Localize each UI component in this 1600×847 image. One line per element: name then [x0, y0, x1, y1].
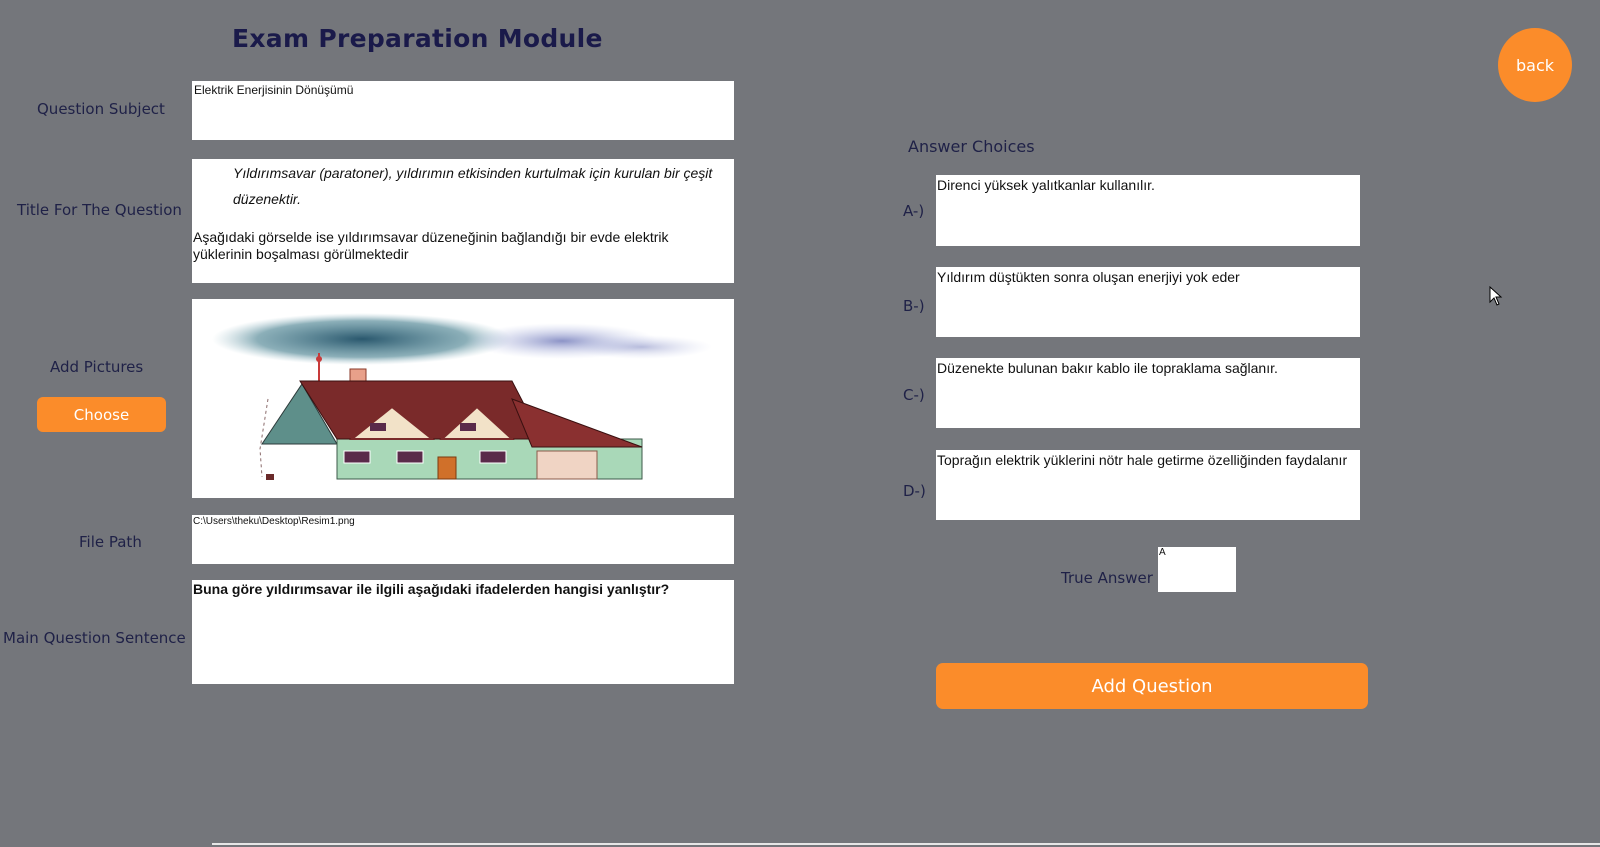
true-answer-input[interactable]: A — [1158, 547, 1236, 592]
choice-a-input[interactable]: Direnci yüksek yalıtkanlar kullanılır. — [936, 175, 1360, 246]
choice-b-value: Yıldırım düştükten sonra oluşan enerjiyi… — [937, 269, 1240, 285]
question-subject-value: Elektrik Enerjisinin Dönüşümü — [194, 83, 354, 97]
true-answer-label: True Answer — [1061, 569, 1153, 587]
choice-b-label: B-) — [903, 297, 925, 315]
true-answer-value: A — [1159, 547, 1166, 558]
house-illustration — [212, 313, 712, 480]
choose-button[interactable]: Choose — [37, 397, 166, 432]
question-title-input[interactable]: Yıldırımsavar (paratoner), yıldırımın et… — [192, 159, 734, 283]
choice-d-label: D-) — [903, 482, 926, 500]
back-button[interactable]: back — [1498, 28, 1572, 102]
choice-a-value: Direnci yüksek yalıtkanlar kullanılır. — [937, 177, 1155, 193]
question-title-italic-line2: düzenektir. — [233, 191, 301, 207]
add-question-button-label: Add Question — [1091, 675, 1213, 697]
choice-b-input[interactable]: Yıldırım düştükten sonra oluşan enerjiyi… — [936, 267, 1360, 337]
picture-preview — [192, 299, 734, 498]
choice-c-input[interactable]: Düzenekte bulunan bakır kablo ile toprak… — [936, 358, 1360, 428]
question-subject-label: Question Subject — [37, 100, 165, 118]
choice-c-value: Düzenekte bulunan bakır kablo ile toprak… — [937, 360, 1278, 376]
question-title-italic-line1: Yıldırımsavar (paratoner), yıldırımın et… — [233, 165, 713, 181]
add-pictures-label: Add Pictures — [50, 358, 144, 376]
back-button-label: back — [1515, 55, 1555, 75]
add-question-button[interactable]: Add Question — [936, 663, 1368, 709]
question-subject-input[interactable]: Elektrik Enerjisinin Dönüşümü — [192, 81, 734, 140]
choose-button-label: Choose — [73, 405, 130, 424]
choice-d-input[interactable]: Toprağın elektrik yüklerini nötr hale ge… — [936, 450, 1360, 520]
question-title-label: Title For The Question — [17, 201, 182, 219]
file-path-input[interactable]: C:\Users\theku\Desktop\Resim1.png — [192, 515, 734, 564]
choice-c-label: C-) — [903, 386, 925, 404]
main-question-label: Main Question Sentence — [3, 629, 186, 647]
answer-choices-heading: Answer Choices — [908, 137, 1035, 156]
question-title-body: Aşağıdaki görselde ise yıldırımsavar düz… — [193, 229, 669, 262]
main-question-input[interactable]: Buna göre yıldırımsavar ile ilgili aşağı… — [192, 580, 734, 684]
file-path-label: File Path — [79, 533, 142, 551]
mouse-cursor-icon — [1489, 286, 1503, 306]
window-bottom-edge — [212, 843, 1600, 845]
file-path-value: C:\Users\theku\Desktop\Resim1.png — [193, 516, 355, 527]
choice-a-label: A-) — [903, 202, 925, 220]
choice-d-value: Toprağın elektrik yüklerini nötr hale ge… — [937, 452, 1348, 468]
page-title: Exam Preparation Module — [232, 24, 603, 53]
main-question-value: Buna göre yıldırımsavar ile ilgili aşağı… — [193, 581, 670, 597]
